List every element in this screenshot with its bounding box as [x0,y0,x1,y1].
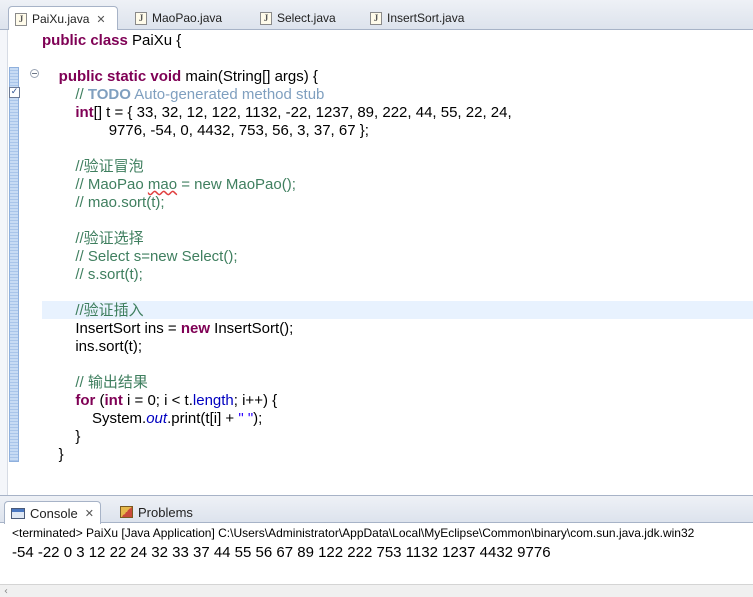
code-line: } [58,446,64,463]
tab-label: MaoPao.java [152,11,223,25]
tab-label: Problems [138,504,193,520]
tab-select-java[interactable]: J Select.java [254,6,336,30]
code-line: //验证插入 [75,302,144,319]
overview-ruler [0,30,8,495]
close-tab-icon[interactable]: ✕ [85,507,94,520]
scroll-left-icon[interactable]: ‹ [4,585,8,597]
console-output[interactable]: -54 -22 0 3 12 22 24 32 33 37 44 55 56 6… [12,544,551,561]
close-tab-icon[interactable]: ✕ [96,13,105,26]
code-line: } [75,428,81,445]
tab-paixu-java[interactable]: J PaiXu.java ✕ [8,6,118,31]
problems-icon [120,506,133,518]
code-line: // 输出结果 [75,374,148,391]
task-marker-icon[interactable]: ✓ [9,87,20,98]
tab-label: Select.java [277,11,336,25]
console-status-line: <terminated> PaiXu [Java Application] C:… [12,526,695,540]
code-text[interactable]: public class PaiXu { public static void … [42,32,512,464]
code-line: InsertSort ins = new InsertSort(); [75,320,294,337]
code-line: // mao.sort(t); [75,194,165,211]
fold-collapse-icon[interactable] [30,69,39,78]
console-view: Console ✕ Problems <terminated> PaiXu [J… [0,495,753,597]
java-file-icon: J [370,11,382,25]
java-file-icon: J [135,11,147,25]
quick-diff-ruler [9,67,19,462]
code-line: ins.sort(t); [75,338,143,355]
java-file-icon: J [260,11,272,25]
code-line: for (int i = 0; i < t.length; i++) { [75,392,278,409]
console-icon [11,507,25,519]
code-line: public static void main(String[] args) { [58,68,318,85]
tab-label: PaiXu.java [32,12,90,26]
code-line: 9776, -54, 0, 4432, 753, 56, 3, 37, 67 }… [108,122,369,139]
code-line: // MaoPao mao = new MaoPao(); [75,176,296,193]
tab-label: Console [30,505,78,521]
code-line: public class PaiXu { [42,32,182,49]
code-editor[interactable]: ✓ public class PaiXu { public static voi… [0,30,753,495]
tab-label: InsertSort.java [387,11,465,25]
code-line: // Select s=new Select(); [75,248,238,265]
tab-maopao-java[interactable]: J MaoPao.java [129,6,222,30]
console-horizontal-scrollbar[interactable]: ‹ [0,584,753,597]
editor-tab-bar: J PaiXu.java ✕ J MaoPao.java J Select.ja… [0,0,753,31]
tab-problems[interactable]: Problems [114,501,199,523]
code-line: //验证选择 [75,230,144,247]
tab-console[interactable]: Console ✕ [4,501,101,524]
code-line: System.out.print(t[i] + " "); [92,410,263,427]
code-line: // TODO Auto-generated method stub [75,86,325,103]
tab-insertsort-java[interactable]: J InsertSort.java [364,6,464,30]
console-tab-bar: Console ✕ Problems [0,496,753,524]
java-file-icon: J [15,12,27,26]
code-line: int[] t = { 33, 32, 12, 122, 1132, -22, … [75,104,512,121]
code-line: // s.sort(t); [75,266,143,283]
code-line: //验证冒泡 [75,158,144,175]
